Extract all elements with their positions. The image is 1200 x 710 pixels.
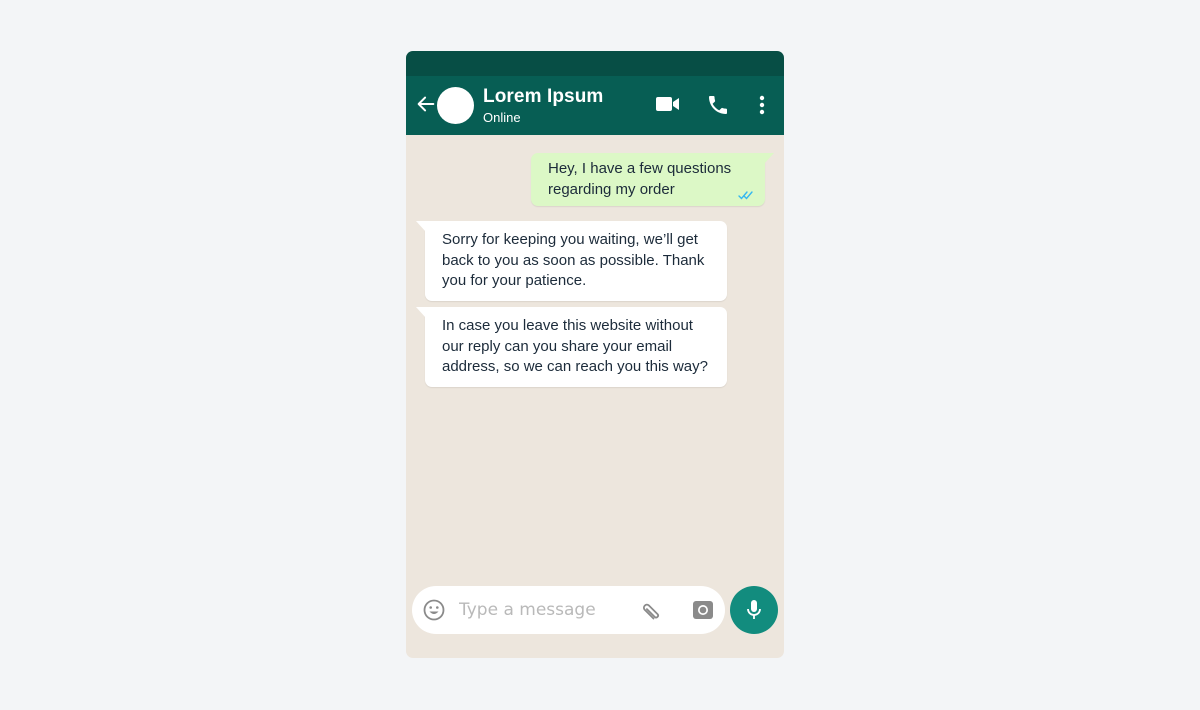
status-bar [406,51,784,76]
message-input[interactable] [459,596,629,624]
bubble-tail [416,307,426,318]
message-text: Sorry for keeping you waiting, we’ll get… [442,231,705,289]
message-text: In case you leave this website without o… [442,317,708,375]
read-ticks-icon [738,191,753,200]
avatar[interactable] [437,87,474,124]
emoji-icon[interactable] [423,599,445,621]
microphone-icon [747,600,761,619]
chat-window: Lorem Ipsum Online Hey, I have a few que… [406,51,784,658]
message-incoming[interactable]: Sorry for keeping you waiting, we’ll get… [416,221,727,301]
paperclip-icon[interactable] [640,599,664,623]
camera-icon[interactable] [692,600,714,620]
arrow-left-icon[interactable] [415,93,437,115]
phone-icon[interactable] [706,93,730,117]
chat-header: Lorem Ipsum Online [406,76,784,135]
more-vertical-icon[interactable] [756,93,768,117]
message-composer [412,586,725,634]
contact-name[interactable]: Lorem Ipsum [483,86,603,108]
message-incoming[interactable]: In case you leave this website without o… [416,307,727,387]
microphone-button[interactable] [730,586,778,634]
video-camera-icon[interactable] [655,93,681,115]
contact-status: Online [483,110,521,125]
bubble-tail [764,153,774,164]
message-outgoing[interactable]: Hey, I have a few questions regarding my… [531,153,774,206]
message-text: Hey, I have a few questions regarding my… [548,160,732,198]
bubble-tail [416,221,426,232]
